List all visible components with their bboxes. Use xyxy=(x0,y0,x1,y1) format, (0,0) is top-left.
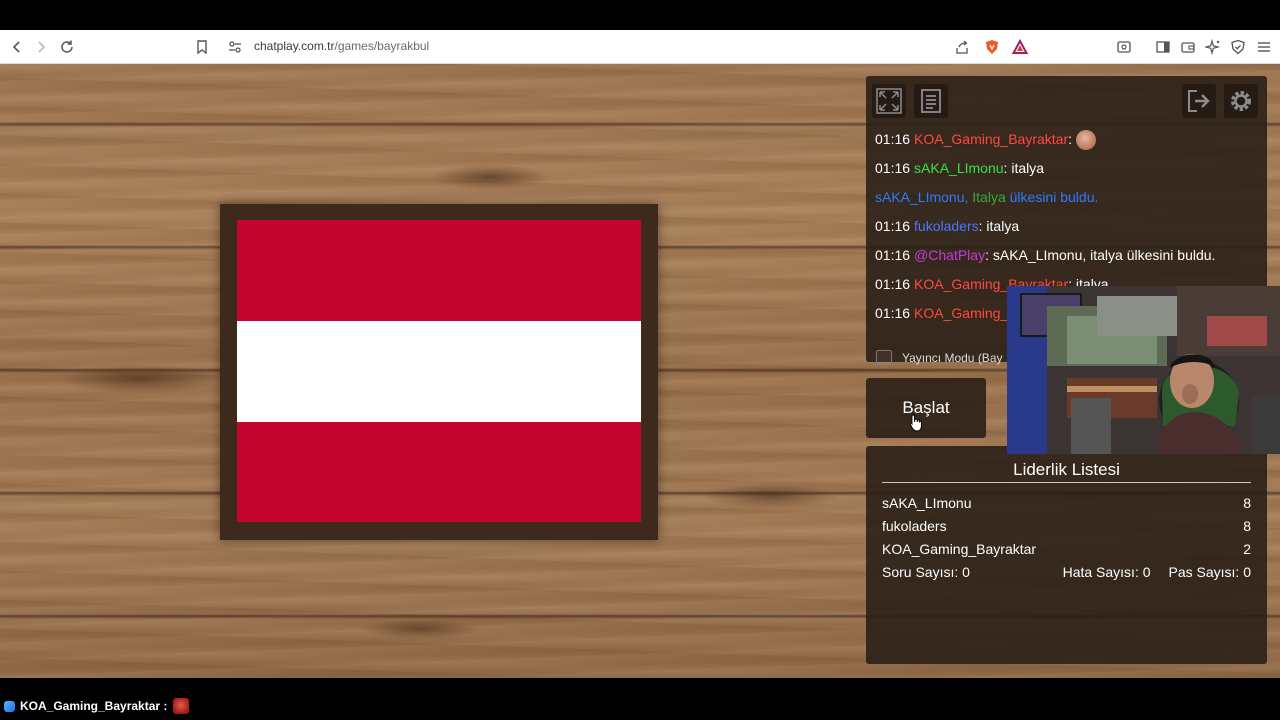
wood-knot xyxy=(60,364,220,394)
leaderboard-title: Liderlik Listesi xyxy=(1013,460,1120,479)
leaderboard-row: fukoladers 8 xyxy=(882,515,1251,538)
wood-knot xyxy=(700,484,840,508)
chat-username[interactable]: @ChatPlay xyxy=(914,247,985,263)
leo-ai-icon[interactable] xyxy=(1203,37,1223,57)
address-bar[interactable]: chatplay.com.tr/games/bayrakbul xyxy=(254,39,429,53)
player-name: sAKA_LImonu xyxy=(882,495,972,511)
flag-stripe-bottom xyxy=(237,421,641,522)
player-score: 2 xyxy=(1243,541,1251,557)
player-score: 8 xyxy=(1243,495,1251,511)
chat-message: 01:16 fukoladers: italya xyxy=(875,215,1260,244)
chat-time: 01:16 xyxy=(875,218,911,234)
player-name: KOA_Gaming_Bayraktar xyxy=(882,541,1037,557)
wood-knot xyxy=(360,619,480,639)
player-name: fukoladers xyxy=(882,518,947,534)
player-score: 8 xyxy=(1243,518,1251,534)
stream-chat-bar: KOA_Gaming_Bayraktar : xyxy=(0,678,1280,720)
start-button[interactable]: Başlat xyxy=(866,378,986,438)
chat-time: 01:16 xyxy=(875,276,911,292)
chat-username[interactable]: KOA_Gaming_B xyxy=(914,305,1018,321)
list-icon[interactable] xyxy=(914,84,948,118)
flag-stripe-top xyxy=(237,220,641,321)
leaderboard-divider xyxy=(882,482,1251,483)
face-emote-icon xyxy=(1076,130,1097,151)
reader-mode-icon[interactable] xyxy=(1114,37,1134,57)
streamer-mode-label: Yayıncı Modu (Bay xyxy=(902,351,1003,365)
chat-separator: : xyxy=(1068,131,1073,147)
stream-chat-username: KOA_Gaming_Bayraktar : xyxy=(20,699,168,713)
forward-icon[interactable] xyxy=(31,37,51,57)
menu-icon[interactable] xyxy=(1254,37,1274,57)
chat-country: Italya xyxy=(972,189,1006,205)
user-badge-icon xyxy=(4,700,15,712)
brave-shields-icon[interactable] xyxy=(982,37,1002,57)
chat-username[interactable]: sAKA_LImonu, xyxy=(875,189,968,205)
url-path: /games/bayrakbul xyxy=(334,39,430,53)
streamer-mode-row: Yayıncı Modu (Bay xyxy=(876,348,1003,368)
logout-icon[interactable] xyxy=(1182,84,1216,118)
screen: chatplay.com.tr/games/bayrakbul 01:16 KO… xyxy=(0,0,1280,720)
chat-message: 01:16 KOA_Gaming_Bayraktar: xyxy=(875,128,1260,157)
question-count: Soru Sayısı: 0 xyxy=(882,564,970,580)
chat-text: italya xyxy=(986,218,1020,234)
vpn-icon[interactable] xyxy=(1228,37,1248,57)
back-icon[interactable] xyxy=(7,37,27,57)
error-count: Hata Sayısı: 0 xyxy=(1062,564,1151,580)
chat-text: ülkesini buldu. xyxy=(1009,189,1099,205)
chat-separator: : xyxy=(985,247,989,263)
chat-text: sAKA_LImonu, italya ülkesini buldu. xyxy=(992,247,1216,263)
bookmark-icon[interactable] xyxy=(192,37,212,57)
chat-message: 01:16 @ChatPlay: sAKA_LImonu, italya ülke… xyxy=(875,244,1260,273)
chat-message: 01:16 sAKA_LImonu: italya xyxy=(875,157,1260,186)
leaderboard-row: KOA_Gaming_Bayraktar 2 xyxy=(882,538,1251,561)
mask-emote-icon xyxy=(173,698,190,714)
webcam-overlay xyxy=(1007,286,1280,454)
browser-toolbar: chatplay.com.tr/games/bayrakbul xyxy=(0,30,1280,64)
settings-gear-icon[interactable] xyxy=(1224,84,1258,118)
chat-separator: : xyxy=(1003,160,1008,176)
chat-time: 01:16 xyxy=(875,305,911,321)
url-domain: chatplay.com.tr xyxy=(254,39,335,53)
chat-time: 01:16 xyxy=(875,131,911,147)
flag-frame xyxy=(220,204,658,540)
pass-count: Pas Sayısı: 0 xyxy=(1168,564,1251,580)
chat-time: 01:16 xyxy=(875,160,911,176)
flag-stripe-middle xyxy=(237,320,641,422)
wallet-icon[interactable] xyxy=(1178,37,1198,57)
chat-username[interactable]: fukoladers xyxy=(914,218,979,234)
streamer-mode-checkbox[interactable] xyxy=(876,350,892,366)
chat-message-system: sAKA_LImonu, Italya ülkesini buldu. xyxy=(875,186,1260,215)
leaderboard-row: sAKA_LImonu 8 xyxy=(882,492,1251,515)
wood-knot xyxy=(430,164,550,190)
chat-separator: : xyxy=(978,218,983,234)
brave-rewards-icon[interactable] xyxy=(1010,37,1030,57)
chat-username[interactable]: KOA_Gaming_Bayraktar xyxy=(914,131,1068,147)
chat-time: 01:16 xyxy=(875,247,911,263)
game-stats: Soru Sayısı: 0 Hata Sayısı: 0 Pas Sayısı… xyxy=(882,561,1251,584)
chat-username[interactable]: sAKA_LImonu xyxy=(914,160,1004,176)
stream-chat-message: KOA_Gaming_Bayraktar : xyxy=(4,698,190,714)
flag-image xyxy=(237,220,641,522)
share-icon[interactable] xyxy=(952,37,972,57)
hand-cursor-icon xyxy=(909,414,922,432)
chat-text: italya xyxy=(1011,160,1045,176)
sidebar-icon[interactable] xyxy=(1153,37,1173,57)
leaderboard: Liderlik Listesi sAKA_LImonu 8 fukolader… xyxy=(866,446,1267,664)
site-info-icon[interactable] xyxy=(225,37,245,57)
leaderboard-rows: sAKA_LImonu 8 fukoladers 8 KOA_Gaming_Ba… xyxy=(882,492,1251,584)
reload-icon[interactable] xyxy=(57,37,77,57)
top-black-strip xyxy=(0,0,1280,30)
fullscreen-icon[interactable] xyxy=(872,84,906,118)
